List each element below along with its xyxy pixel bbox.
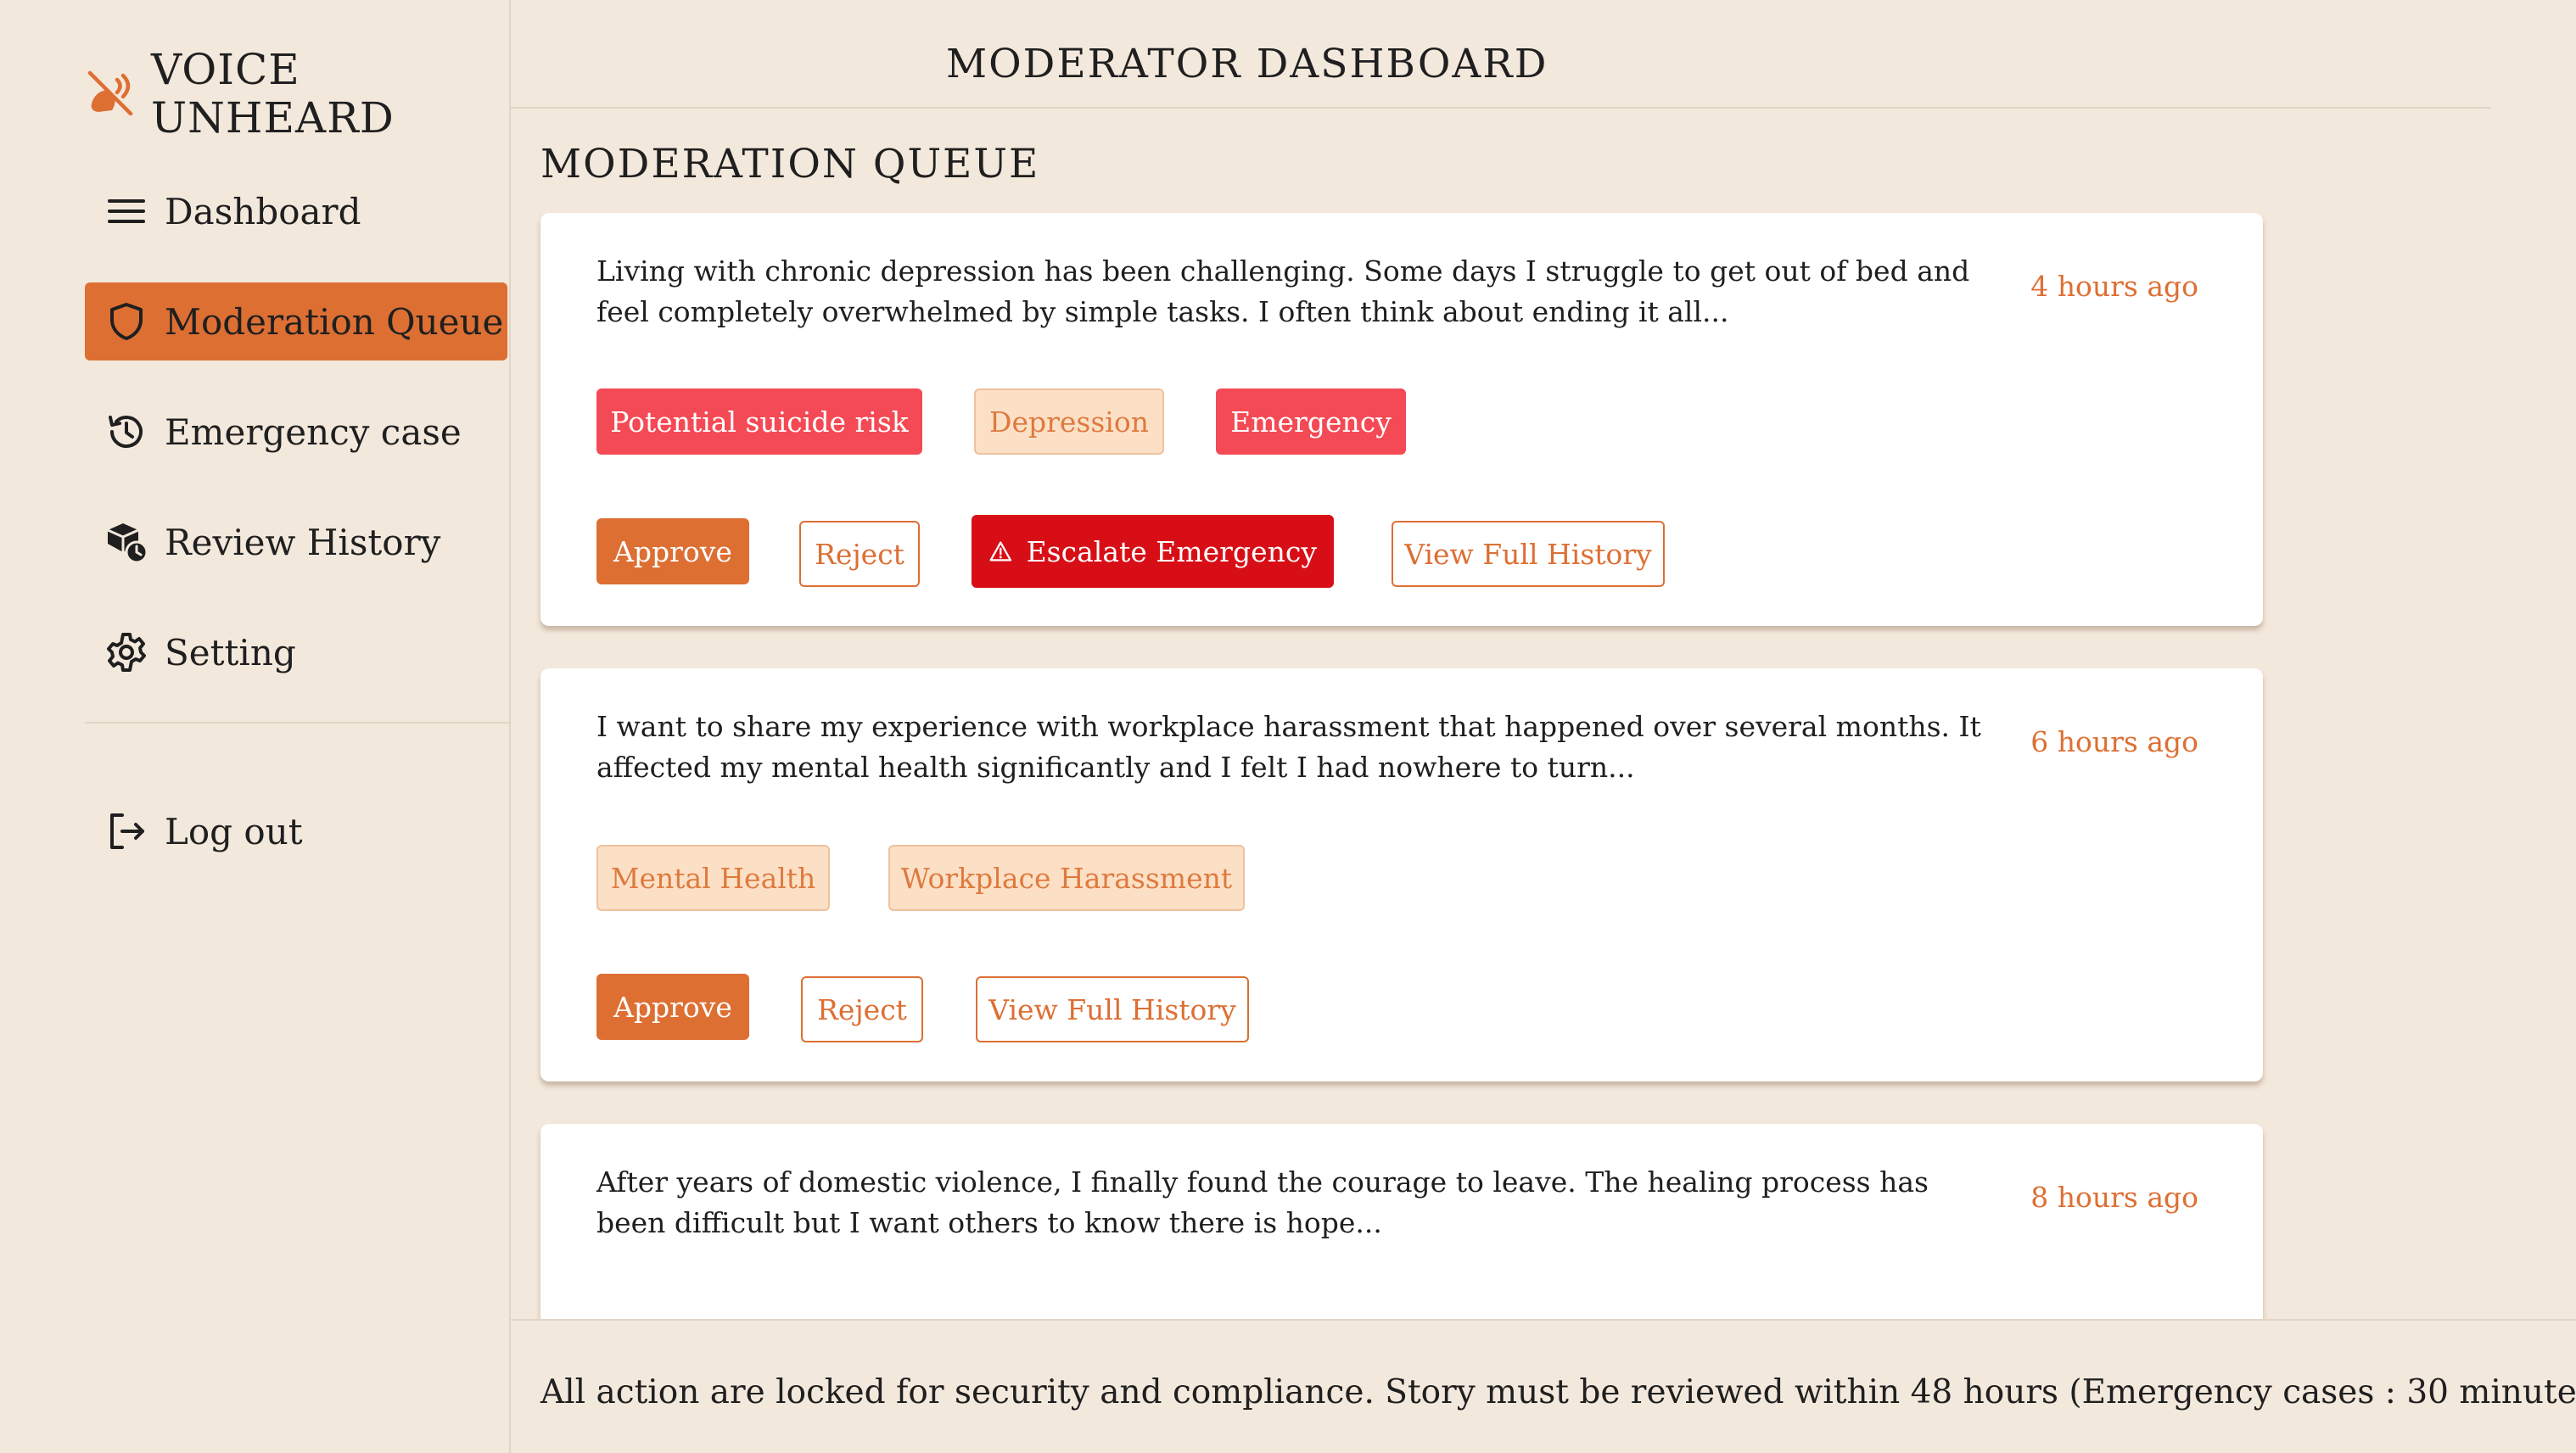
- story-text: I want to share my experience with workp…: [596, 710, 1981, 784]
- shield-icon: [104, 299, 149, 344]
- escalate-emergency-button[interactable]: Escalate Emergency: [972, 515, 1334, 588]
- story-timestamp: 6 hours ago: [2030, 725, 2198, 758]
- logout-label: Log out: [165, 810, 303, 852]
- story-card: I want to share my experience with workp…: [540, 668, 2263, 1081]
- reject-button[interactable]: Reject: [799, 521, 920, 587]
- brand-logo[interactable]: VOICE UNHEARD: [85, 46, 395, 143]
- tag-suicide-risk: Potential suicide risk: [596, 388, 922, 455]
- compliance-notice: All action are locked for security and c…: [540, 1373, 2576, 1411]
- warning-icon: [989, 541, 1012, 562]
- story-text: Living with chronic depression has been …: [596, 254, 1970, 328]
- view-full-history-button[interactable]: View Full History: [1392, 521, 1665, 587]
- package-clock-icon: [104, 519, 149, 565]
- story-card: Living with chronic depression has been …: [540, 213, 2263, 626]
- approve-button[interactable]: Approve: [596, 518, 749, 584]
- sidebar-item-moderation-queue[interactable]: Moderation Queue: [85, 282, 507, 360]
- sidebar-item-emergency-case[interactable]: Emergency case: [85, 393, 507, 471]
- tag-workplace-harassment: Workplace Harassment: [888, 845, 1245, 911]
- sidebar-item-label: Emergency case: [165, 411, 462, 453]
- muted-speaker-icon: [87, 70, 133, 116]
- sidebar-item-review-history[interactable]: Review History: [85, 503, 507, 581]
- sidebar-item-label: Dashboard: [165, 190, 361, 232]
- approve-button[interactable]: Approve: [596, 974, 749, 1040]
- sidebar-item-label: Setting: [165, 631, 296, 673]
- menu-icon: [104, 188, 149, 234]
- history-icon: [104, 409, 149, 455]
- brand-name: VOICE UNHEARD: [151, 46, 395, 143]
- sidebar-item-setting[interactable]: Setting: [85, 613, 507, 691]
- story-timestamp: 8 hours ago: [2030, 1181, 2198, 1214]
- brand-name-line2: UNHEARD: [151, 93, 395, 143]
- story-timestamp: 4 hours ago: [2030, 270, 2198, 303]
- tag-mental-health: Mental Health: [596, 845, 830, 911]
- section-title: MODERATION QUEUE: [540, 141, 1040, 187]
- sidebar-item-label: Moderation Queue: [165, 300, 504, 343]
- gear-icon: [104, 629, 149, 675]
- logout-button[interactable]: Log out: [85, 792, 507, 870]
- escalate-emergency-label: Escalate Emergency: [1026, 534, 1317, 568]
- tag-emergency: Emergency: [1216, 388, 1406, 455]
- top-header: MODERATOR DASHBOARD: [511, 0, 2491, 109]
- story-card: After years of domestic violence, I fina…: [540, 1124, 2263, 1344]
- footer: All action are locked for security and c…: [511, 1319, 2576, 1453]
- page-title: MODERATOR DASHBOARD: [946, 41, 1548, 87]
- sidebar-item-dashboard[interactable]: Dashboard: [85, 172, 507, 250]
- story-text: After years of domestic violence, I fina…: [596, 1165, 1929, 1239]
- view-full-history-button[interactable]: View Full History: [976, 976, 1249, 1042]
- reject-button[interactable]: Reject: [801, 976, 923, 1042]
- sidebar: VOICE UNHEARD Dashboard Moderation Queue…: [0, 0, 511, 1453]
- sidebar-item-label: Review History: [165, 521, 441, 563]
- brand-name-line1: VOICE: [151, 45, 300, 94]
- tag-depression: Depression: [974, 388, 1164, 455]
- sidebar-divider: [85, 722, 509, 724]
- logout-icon: [104, 808, 149, 854]
